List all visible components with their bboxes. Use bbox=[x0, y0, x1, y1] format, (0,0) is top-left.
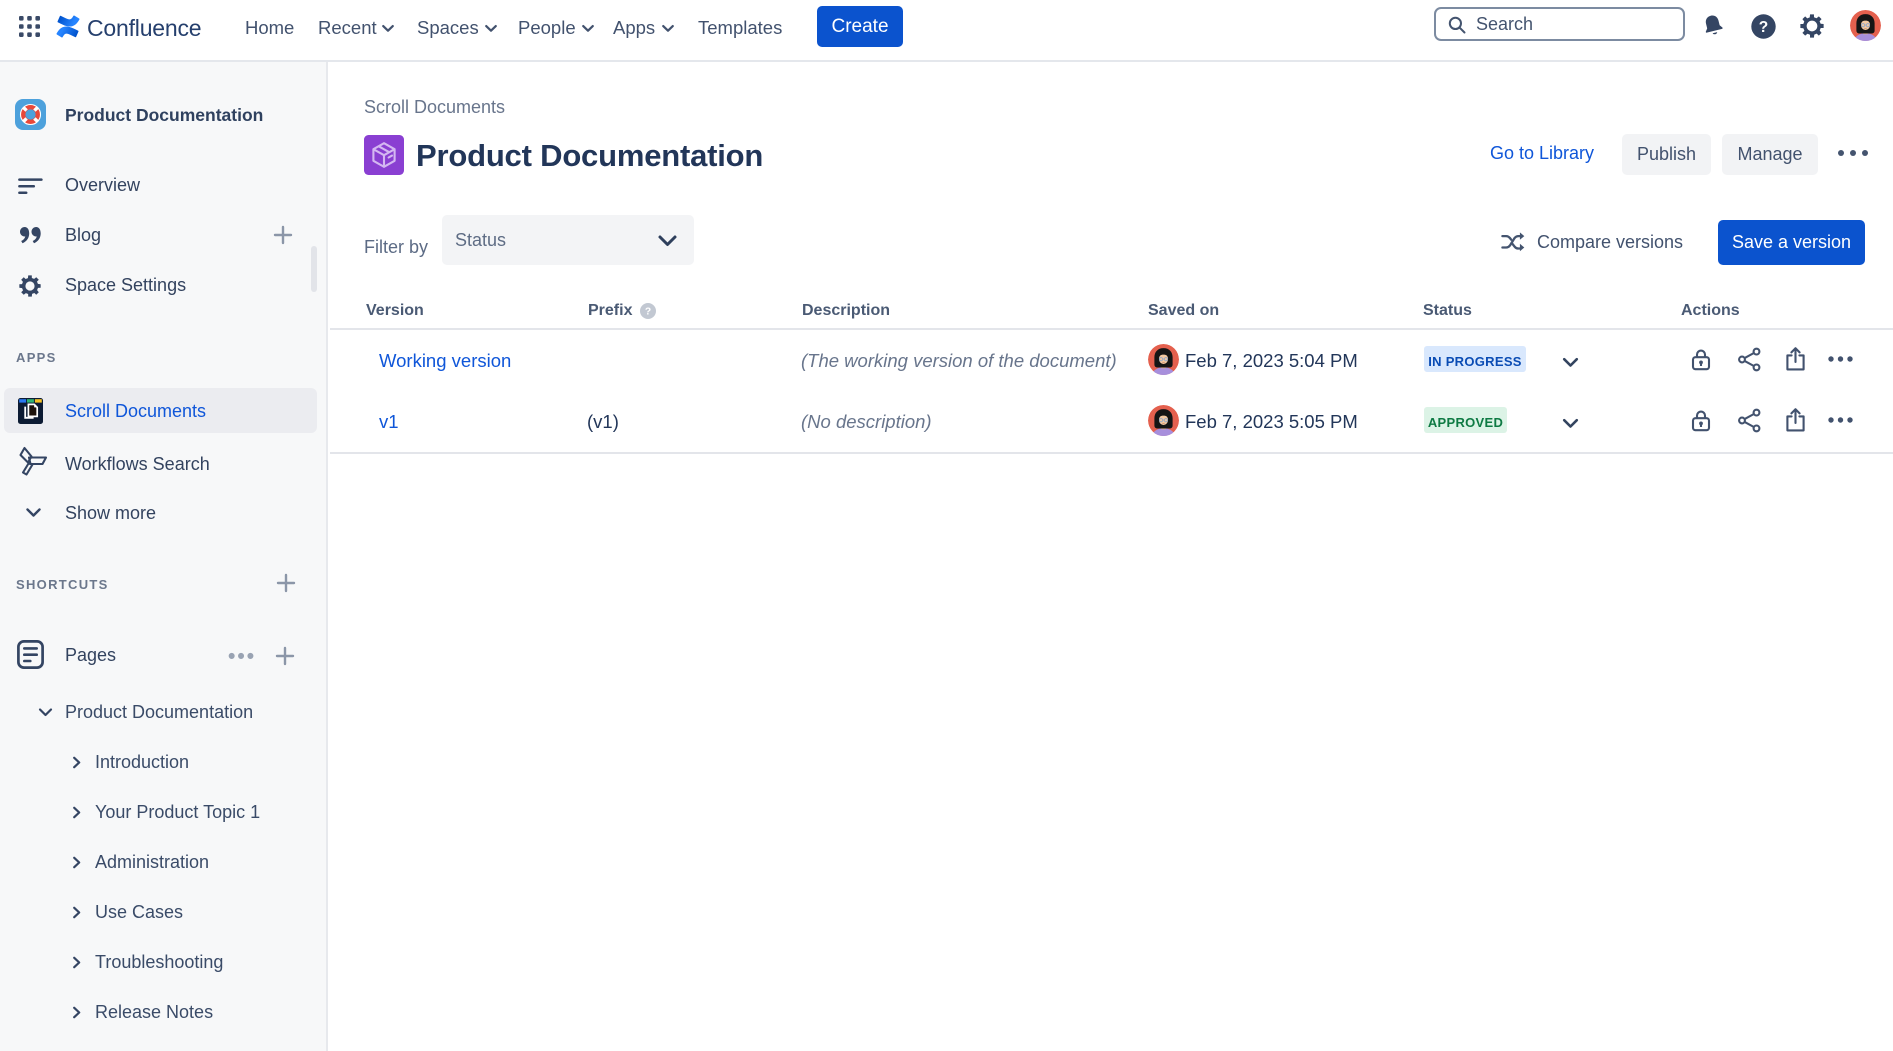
svg-text:?: ? bbox=[1759, 19, 1768, 36]
svg-text:?: ? bbox=[645, 307, 651, 318]
